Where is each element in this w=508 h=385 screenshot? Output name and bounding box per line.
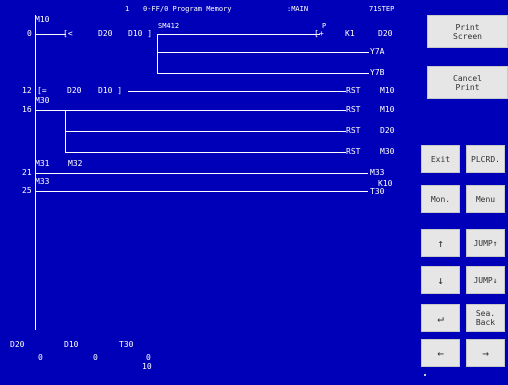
rung-line: [157, 52, 369, 53]
rst-instruction: RST: [346, 105, 361, 114]
rung-line: [128, 91, 346, 92]
contact-label-m30: M30: [35, 96, 50, 105]
compare-operand-b: D10 ]: [128, 29, 153, 38]
button-panel: Print Screen Cancel Print Exit PLCRD. Mo…: [420, 0, 508, 385]
step-number: 0: [27, 29, 32, 38]
rung-line: [157, 73, 369, 74]
print-screen-button[interactable]: Print Screen: [427, 15, 508, 48]
exit-button[interactable]: Exit: [421, 145, 460, 173]
coil-t30: T30: [370, 187, 385, 196]
rst-instruction: RST: [346, 86, 361, 95]
coil-m33: M33: [370, 168, 385, 177]
ladder-area[interactable]: 0 M10 [< D20 D10 ] SM412 P [+ K1 D20 Y7A…: [0, 0, 420, 385]
contact-label-m32: M32: [68, 159, 83, 168]
rst-target: M30: [380, 147, 395, 156]
rst-target: D20: [380, 126, 395, 135]
step-number: 25: [22, 186, 32, 195]
compare-operand-a: D20: [67, 86, 82, 95]
inc-constant: K1: [345, 29, 355, 38]
monitor-value-d10: 0: [93, 353, 98, 362]
contact-label-m10: M10: [35, 15, 50, 24]
contact-label-m31: M31: [35, 159, 50, 168]
rung-line: [158, 34, 320, 35]
monitor-device-d10: D10: [64, 340, 79, 349]
cursor-up-button[interactable]: ↑: [421, 229, 460, 257]
rung-line: [36, 110, 346, 111]
rst-target: M10: [380, 86, 395, 95]
monitor-device-d20: D20: [10, 340, 25, 349]
rst-instruction: RST: [346, 126, 361, 135]
rung-line: [36, 173, 368, 174]
monitor-setting-t30: 10: [142, 362, 152, 371]
step-number: 12: [22, 86, 32, 95]
monitor-value-t30: 0: [146, 353, 151, 362]
cancel-print-button[interactable]: Cancel Print: [427, 66, 508, 99]
plcrd-button[interactable]: PLCRD.: [466, 145, 505, 173]
jump-down-button[interactable]: JUMP↓: [466, 266, 505, 294]
rst-instruction: RST: [346, 147, 361, 156]
rung-line: [36, 191, 368, 192]
rst-target: M10: [380, 105, 395, 114]
coil-y7a: Y7A: [370, 47, 385, 56]
compare-op: [=: [37, 86, 47, 95]
rung-line: [65, 131, 346, 132]
monitor-value-d20: 0: [38, 353, 43, 362]
compare-operand-b: D10 ]: [98, 86, 123, 95]
page-left-button[interactable]: ←: [421, 339, 460, 367]
contact-label-m33: M33: [35, 177, 50, 186]
rung-line: [65, 152, 346, 153]
search-back-button[interactable]: Sea. Back: [466, 304, 505, 332]
compare-op: [<: [63, 29, 73, 38]
branch-line: [157, 34, 158, 74]
contact-label-sm412: SM412: [158, 22, 180, 30]
inc-op: [+: [314, 29, 324, 38]
indicator-dot: [424, 374, 426, 376]
rung-line: [36, 34, 66, 35]
step-number: 21: [22, 168, 32, 177]
jump-up-button[interactable]: JUMP↑: [466, 229, 505, 257]
cursor-down-button[interactable]: ↓: [421, 266, 460, 294]
enter-button[interactable]: ↵: [421, 304, 460, 332]
inc-destination: D20: [378, 29, 393, 38]
menu-button[interactable]: Menu: [466, 185, 505, 213]
coil-y7b: Y7B: [370, 68, 385, 77]
step-number: 16: [22, 105, 32, 114]
compare-operand-a: D20: [98, 29, 113, 38]
monitor-button[interactable]: Mon.: [421, 185, 460, 213]
screen: 1 0-FF/0 Program Memory :MAIN 71STEP 0 M…: [0, 0, 508, 385]
monitor-device-t30: T30: [119, 340, 134, 349]
page-right-button[interactable]: →: [466, 339, 505, 367]
